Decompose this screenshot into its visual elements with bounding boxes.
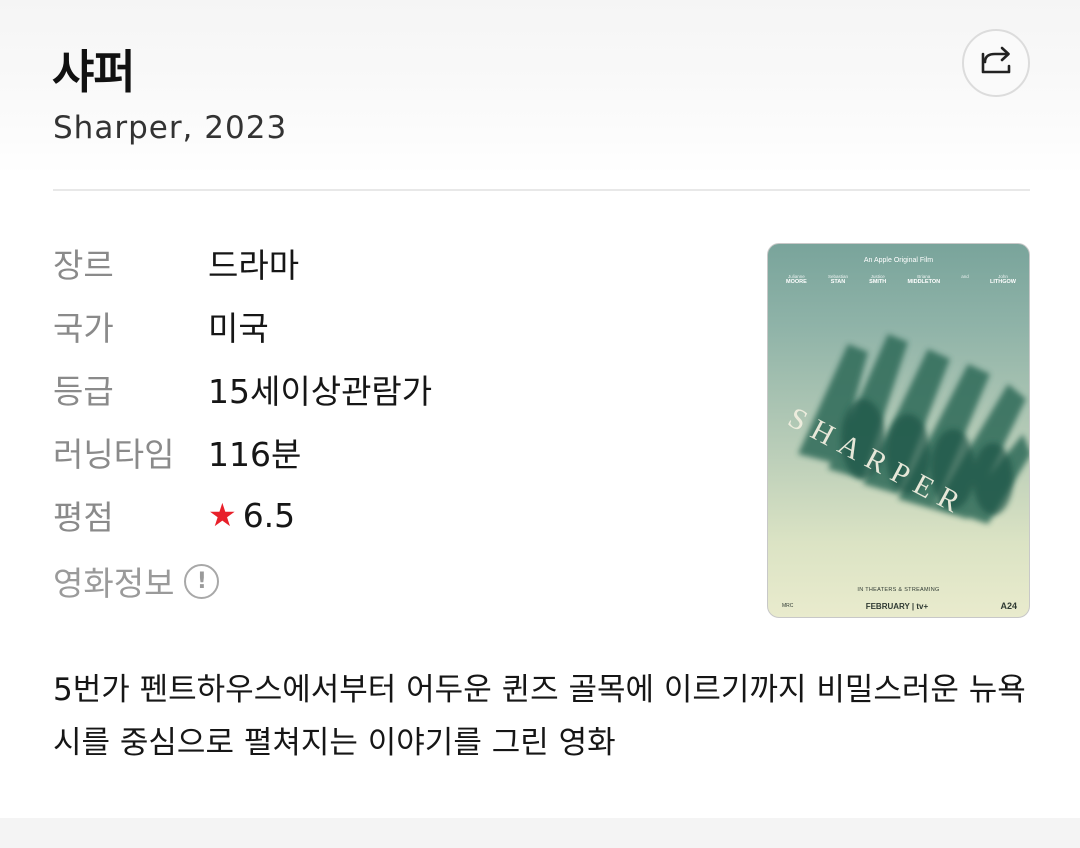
star-icon: ★	[208, 496, 237, 534]
poster-cast-and: and	[961, 274, 969, 279]
movie-description: 5번가 펜트하우스에서부터 어두운 퀸즈 골목에 이르기까지 비밀스러운 뉴욕시…	[53, 672, 1026, 761]
poster-production-logo: MRC	[782, 603, 794, 609]
movie-poster: An Apple Original Film Julianne MOORE Se…	[767, 243, 1030, 618]
bottom-separator	[0, 818, 1080, 848]
info-row-rating-class: 등급 15세이상관람가	[53, 364, 432, 414]
info-label: 평점	[53, 498, 114, 537]
poster-cast-member: Justice SMITH	[869, 274, 887, 285]
info-icon: !	[184, 563, 220, 599]
info-row-score: 평점 ★ 6.5	[53, 490, 295, 540]
score-value: ★ 6.5	[208, 496, 295, 535]
poster-cast-member: Sebastian STAN	[827, 274, 848, 285]
poster-cast-member: Julianne MOORE	[786, 274, 807, 285]
movie-info-label: 영화정보	[53, 564, 175, 603]
movie-title: 샤퍼	[52, 45, 136, 99]
share-button[interactable]	[962, 29, 1030, 97]
info-label: 국가	[53, 309, 114, 348]
info-row-runtime: 러닝타임 116분	[53, 427, 301, 477]
info-value: 드라마	[208, 246, 300, 285]
movie-info-link[interactable]: 영화정보 !	[53, 558, 220, 604]
poster-release-note: IN THEATERS & STREAMING	[857, 587, 940, 593]
info-row-country: 국가 미국	[53, 301, 269, 351]
share-icon	[979, 46, 1013, 80]
movie-subtitle: Sharper, 2023	[53, 110, 288, 146]
poster-artwork: SHARPER	[783, 334, 1029, 524]
poster-cast-member: John LITHGOW	[989, 274, 1016, 285]
info-value: 미국	[208, 309, 269, 348]
score-number: 6.5	[242, 495, 296, 535]
info-label: 등급	[53, 372, 114, 411]
poster-cast-member: Briana MIDDLETON	[907, 274, 941, 285]
header-background	[0, 0, 1080, 175]
poster-release-date: FEBRUARY | tv+	[865, 601, 929, 611]
divider	[53, 189, 1030, 191]
info-row-genre: 장르 드라마	[53, 238, 299, 288]
info-label: 장르	[53, 246, 114, 285]
poster-footer: MRC FEBRUARY | tv+ A24	[782, 601, 1017, 611]
poster-studio-logo: A24	[1000, 601, 1017, 611]
poster-cast: Julianne MOORE Sebastian STAN Justice SM…	[786, 274, 1016, 285]
poster-tagline: An Apple Original Film	[863, 257, 934, 264]
info-label: 러닝타임	[53, 435, 175, 474]
info-value: 116분	[208, 435, 302, 474]
info-value: 15세이상관람가	[208, 372, 433, 411]
